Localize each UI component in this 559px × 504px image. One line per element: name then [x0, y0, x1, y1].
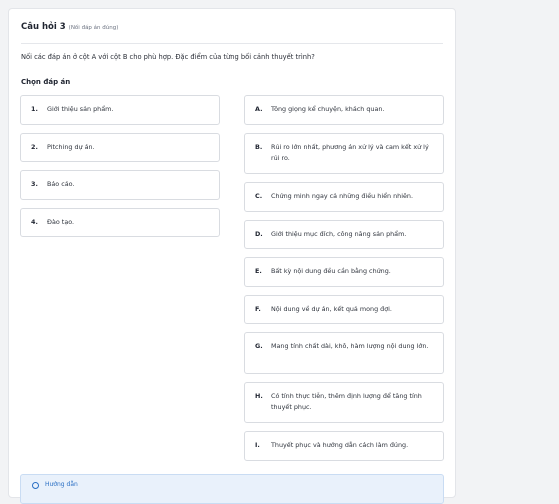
question-hint: (Nối đáp án đúng) [68, 25, 119, 31]
item-text: Có tính thực tiễn, thêm định lượng để tă… [271, 392, 422, 411]
column-b-item[interactable]: F. Nội dung về dự án, kết quả mong đợi. [244, 295, 444, 324]
column-b-item[interactable]: H. Có tính thực tiễn, thêm định lượng để… [244, 382, 444, 423]
item-text: Đào tạo. [47, 218, 75, 226]
item-text: Giới thiệu mục đích, công năng sản phẩm. [271, 230, 407, 238]
column-b-item[interactable]: G. Mang tính chất dài, khô, hàm lượng nộ… [244, 332, 444, 374]
item-text: Pitching dự án. [47, 143, 95, 151]
item-text: Báo cáo. [47, 180, 75, 188]
column-b-item[interactable]: C. Chứng minh ngay cả những điều hiển nh… [244, 182, 444, 212]
guide-label: Hướng dẫn [45, 481, 78, 488]
item-key: C. [255, 192, 263, 200]
item-text: Thuyết phục và hướng dẫn cách làm đúng. [271, 441, 409, 449]
item-text: Mang tính chất dài, khô, hàm lượng nội d… [271, 342, 429, 350]
item-key: 3. [31, 180, 38, 188]
column-b-item[interactable]: E. Bất kỳ nội dung đều cần bằng chứng. [244, 257, 444, 287]
question-number: Câu hỏi 3 [21, 22, 66, 32]
column-b-item[interactable]: D. Giới thiệu mục đích, công năng sản ph… [244, 220, 444, 249]
item-key: G. [255, 342, 263, 350]
item-text: Tông giọng kể chuyện, khách quan. [271, 105, 385, 113]
item-text: Rủi ro lớn nhất, phương án xử lý và cam … [271, 143, 429, 162]
question-instruction: Nối các đáp án ở cột A với cột B cho phù… [21, 53, 315, 61]
question-card: Câu hỏi 3 (Nối đáp án đúng) Nối các đáp á… [8, 8, 456, 498]
item-key: B. [255, 143, 263, 151]
item-key: 2. [31, 143, 38, 151]
divider [21, 43, 443, 44]
item-key: A. [255, 105, 263, 113]
column-b-item[interactable]: B. Rủi ro lớn nhất, phương án xử lý và c… [244, 133, 444, 174]
choose-answer-label: Chọn đáp án [21, 78, 71, 86]
item-text: Chứng minh ngay cả những điều hiển nhiên… [271, 192, 413, 200]
item-key: F. [255, 305, 261, 313]
question-title: Câu hỏi 3 (Nối đáp án đúng) [21, 22, 118, 32]
column-a-item[interactable]: 4. Đào tạo. [20, 208, 220, 237]
item-key: I. [255, 441, 260, 449]
column-a-item[interactable]: 3. Báo cáo. [20, 170, 220, 200]
column-b-item[interactable]: A. Tông giọng kể chuyện, khách quan. [244, 95, 444, 125]
column-a-item[interactable]: 2. Pitching dự án. [20, 133, 220, 162]
guide-banner[interactable]: Hướng dẫn [20, 474, 444, 504]
item-key: E. [255, 267, 262, 275]
item-text: Nội dung về dự án, kết quả mong đợi. [271, 305, 392, 313]
item-key: H. [255, 392, 263, 400]
item-key: D. [255, 230, 263, 238]
column-a-item[interactable]: 1. Giới thiệu sản phẩm. [20, 95, 220, 125]
column-b-item[interactable]: I. Thuyết phục và hướng dẫn cách làm đún… [244, 431, 444, 461]
item-key: 1. [31, 105, 38, 113]
item-key: 4. [31, 218, 38, 226]
item-text: Giới thiệu sản phẩm. [47, 105, 114, 113]
item-text: Bất kỳ nội dung đều cần bằng chứng. [271, 267, 391, 275]
